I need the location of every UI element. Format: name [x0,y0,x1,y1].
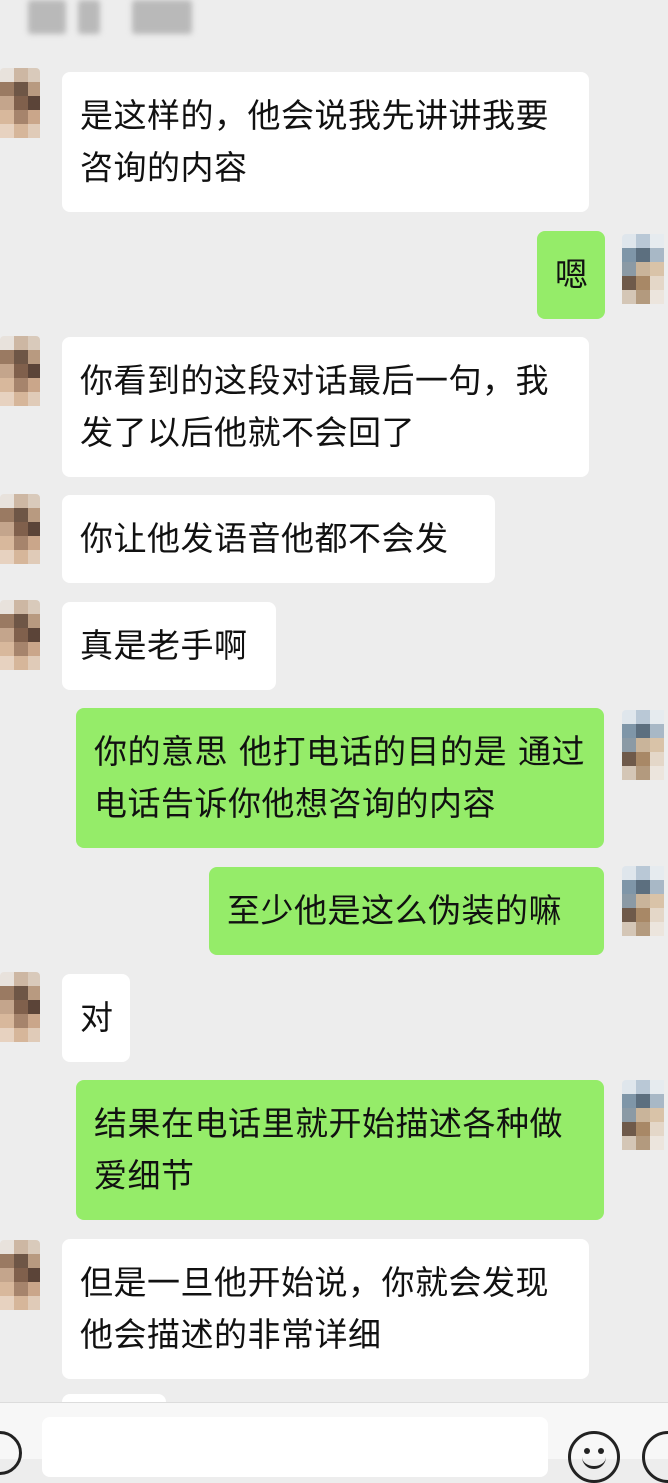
emoji-icon[interactable] [568,1431,620,1483]
message-text: 对 [80,998,114,1037]
message-text: 你的意思 他打电话的目的是 通过电话告诉你他想咨询的内容 [94,732,585,823]
message-bubble-outgoing[interactable]: 嗯 [537,231,605,319]
message-bubble-outgoing[interactable]: 至少他是这么伪装的嘛 [209,867,604,955]
user-avatar[interactable] [622,710,668,790]
message-text: 你看到的这段对话最后一句，我发了以后他就不会回了 [80,361,549,452]
message-text: 结果在电话里就开始描述各种做爱细节 [94,1104,563,1195]
contact-avatar[interactable] [0,494,40,574]
message-bubble-outgoing[interactable]: 你的意思 他打电话的目的是 通过电话告诉你他想咨询的内容 [76,708,604,848]
message-text: 真是老手啊 [80,626,248,665]
user-avatar[interactable] [622,866,668,946]
message-input[interactable] [42,1417,548,1477]
contact-avatar[interactable] [0,600,40,680]
contact-avatar[interactable] [0,972,40,1052]
message-bubble-outgoing[interactable]: 结果在电话里就开始描述各种做爱细节 [76,1080,604,1220]
chat-thread: 是这样的，他会说我先讲讲我要咨询的内容 嗯 你看到的这段对话最后一句，我发了以后… [0,0,668,1458]
user-avatar[interactable] [622,234,668,314]
contact-avatar[interactable] [0,336,40,416]
message-bubble-incoming[interactable]: 真是老手啊 [62,602,276,690]
message-text: 但是一旦他开始说，你就会发现他会描述的非常详细 [80,1263,549,1354]
voice-icon[interactable] [0,1431,22,1475]
message-text: 嗯 [555,255,589,294]
message-bubble-incoming[interactable]: 但是一旦他开始说，你就会发现他会描述的非常详细 [62,1239,589,1379]
chat-input-bar [0,1402,668,1483]
contact-avatar[interactable] [0,68,40,148]
message-bubble-incoming[interactable]: 你让他发语音他都不会发 [62,495,495,583]
message-bubble-incoming[interactable]: 你看到的这段对话最后一句，我发了以后他就不会回了 [62,337,589,477]
plus-icon[interactable] [642,1431,668,1483]
message-text: 你让他发语音他都不会发 [80,519,449,558]
contact-avatar[interactable] [0,1240,40,1320]
message-text: 至少他是这么伪装的嘛 [227,891,562,930]
message-text: 是这样的，他会说我先讲讲我要咨询的内容 [80,96,549,187]
user-avatar[interactable] [622,1080,668,1160]
message-bubble-incoming[interactable]: 对 [62,974,130,1062]
message-bubble-incoming[interactable]: 是这样的，他会说我先讲讲我要咨询的内容 [62,72,589,212]
emoji-mouth [582,1452,606,1469]
